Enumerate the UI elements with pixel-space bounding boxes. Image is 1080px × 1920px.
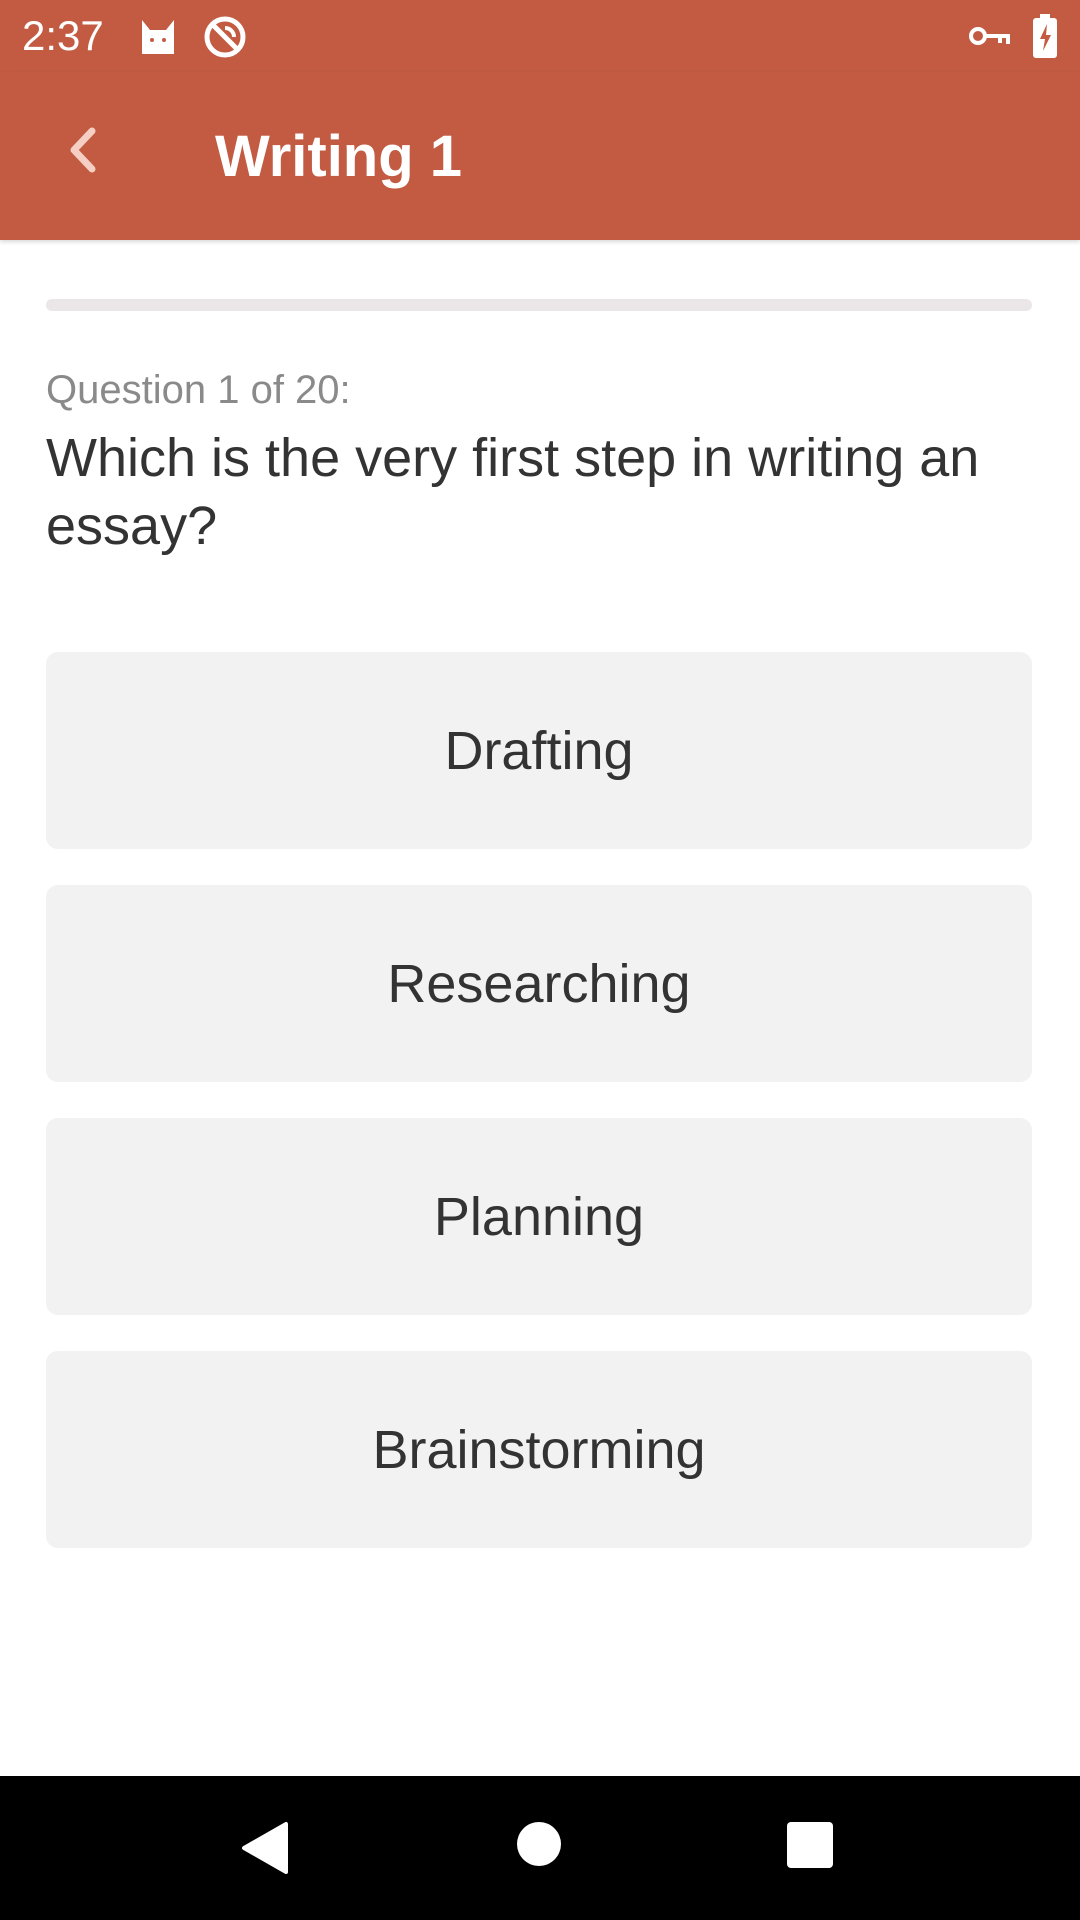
answer-option-drafting[interactable]: Drafting [46, 652, 1032, 849]
answer-option-brainstorming[interactable]: Brainstorming [46, 1351, 1032, 1548]
chevron-left-icon [64, 125, 100, 180]
system-nav-bar [0, 1776, 1080, 1920]
cat-icon [138, 14, 178, 61]
back-button[interactable] [44, 114, 120, 190]
answer-option-researching[interactable]: Researching [46, 885, 1032, 1082]
back-triangle-icon[interactable] [240, 1820, 290, 1881]
answer-option-planning[interactable]: Planning [46, 1118, 1032, 1315]
status-time: 2:37 [22, 12, 104, 59]
app-bar: Writing 1 [0, 72, 1080, 240]
no-sync-icon [202, 14, 248, 65]
recents-square-icon[interactable] [786, 1821, 834, 1874]
question-text: Which is the very first step in writing … [46, 428, 980, 556]
home-circle-icon[interactable] [516, 1821, 562, 1872]
status-bar: 2:37 [0, 0, 1080, 72]
question-counter: Question 1 of 20: [46, 368, 351, 412]
page-title: Writing 1 [215, 124, 463, 189]
quiz-progress-bar [46, 299, 1032, 311]
key-icon [968, 22, 1010, 55]
battery-charging-icon [1032, 14, 1058, 63]
